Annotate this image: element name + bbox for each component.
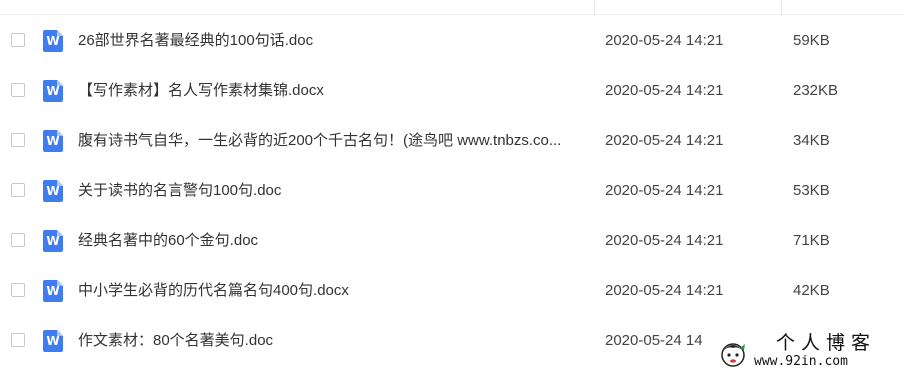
file-row[interactable]: W 经典名著中的60个金句.doc 2020-05-24 14:21 71KB: [0, 215, 904, 265]
row-checkbox[interactable]: [11, 333, 25, 347]
watermark-title: 个人博客: [776, 332, 877, 354]
file-size: 42KB: [793, 282, 830, 299]
header-column-separator[interactable]: [781, 0, 782, 14]
file-size: 59KB: [793, 32, 830, 49]
word-doc-icon: W: [43, 280, 63, 302]
watermark-url: www.92in.com: [754, 354, 848, 369]
file-size: 71KB: [793, 232, 830, 249]
file-modified-date: 2020-05-24 14:21: [605, 232, 724, 249]
file-size: 34KB: [793, 132, 830, 149]
word-doc-icon: W: [43, 330, 63, 352]
file-modified-date: 2020-05-24 14: [605, 332, 703, 349]
word-doc-icon: W: [43, 30, 63, 52]
blog-watermark: 个人博客 www.92in.com: [704, 330, 900, 374]
file-row[interactable]: W 关于读书的名言警句100句.doc 2020-05-24 14:21 53K…: [0, 165, 904, 215]
file-name[interactable]: 关于读书的名言警句100句.doc: [78, 182, 578, 200]
row-checkbox[interactable]: [11, 133, 25, 147]
file-list: W 26部世界名著最经典的100句话.doc 2020-05-24 14:21 …: [0, 15, 904, 365]
file-row[interactable]: W 中小学生必背的历代名篇名句400句.docx 2020-05-24 14:2…: [0, 265, 904, 315]
file-size: 53KB: [793, 182, 830, 199]
file-list-header: [0, 0, 904, 15]
word-doc-icon: W: [43, 80, 63, 102]
row-checkbox[interactable]: [11, 283, 25, 297]
file-name[interactable]: 作文素材：80个名著美句.doc: [78, 332, 578, 350]
row-checkbox[interactable]: [11, 33, 25, 47]
file-modified-date: 2020-05-24 14:21: [605, 82, 724, 99]
file-modified-date: 2020-05-24 14:21: [605, 132, 724, 149]
file-name[interactable]: 中小学生必背的历代名篇名句400句.docx: [78, 282, 578, 300]
file-name[interactable]: 腹有诗书气自华，一生必背的近200个千古名句！(途鸟吧 www.tnbzs.co…: [78, 132, 578, 150]
word-doc-icon: W: [43, 180, 63, 202]
row-checkbox[interactable]: [11, 233, 25, 247]
word-doc-icon: W: [43, 230, 63, 252]
row-checkbox[interactable]: [11, 83, 25, 97]
file-name[interactable]: 经典名著中的60个金句.doc: [78, 232, 578, 250]
file-modified-date: 2020-05-24 14:21: [605, 32, 724, 49]
header-column-separator[interactable]: [594, 0, 595, 14]
file-modified-date: 2020-05-24 14:21: [605, 182, 724, 199]
mascot-logo-icon: [721, 343, 745, 367]
file-row[interactable]: W 腹有诗书气自华，一生必背的近200个千古名句！(途鸟吧 www.tnbzs.…: [0, 115, 904, 165]
file-modified-date: 2020-05-24 14:21: [605, 282, 724, 299]
file-name[interactable]: 【写作素材】名人写作素材集锦.docx: [78, 82, 578, 100]
row-checkbox[interactable]: [11, 183, 25, 197]
file-row[interactable]: W 26部世界名著最经典的100句话.doc 2020-05-24 14:21 …: [0, 15, 904, 65]
file-row[interactable]: W 【写作素材】名人写作素材集锦.docx 2020-05-24 14:21 2…: [0, 65, 904, 115]
file-name[interactable]: 26部世界名著最经典的100句话.doc: [78, 32, 578, 50]
word-doc-icon: W: [43, 130, 63, 152]
file-size: 232KB: [793, 82, 839, 99]
